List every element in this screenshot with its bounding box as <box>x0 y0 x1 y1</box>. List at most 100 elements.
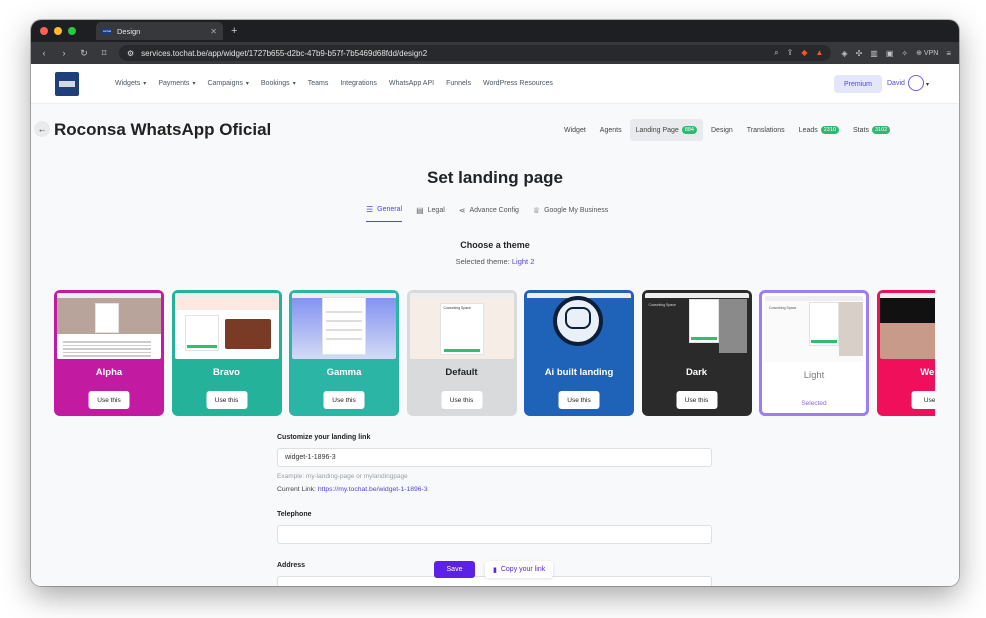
tab-translations[interactable]: Translations <box>741 119 791 141</box>
landing-link-input[interactable]: widget-1-1896-3 <box>277 448 712 467</box>
tab-design[interactable]: Design <box>705 119 739 141</box>
wallet-icon[interactable]: ▣ <box>886 49 894 58</box>
copy-link-button[interactable]: ▮ Copy your link <box>485 561 554 578</box>
tab-landing-page[interactable]: Landing Page 884 <box>629 119 703 141</box>
tab-legal[interactable]: ▤ Legal <box>416 205 445 222</box>
theme-selected-button[interactable]: Selected <box>793 394 835 412</box>
url-text[interactable]: services.tochat.be/app/widget/1727b655-d… <box>141 49 767 58</box>
clipboard-icon: ▮ <box>493 566 497 574</box>
top-navigation: Widgets ▾ Payments ▾ Campaigns ▾ Bookings ▾ Team… <box>31 64 959 104</box>
theme-card-light[interactable]: Coworking Space Light Selected <box>759 290 869 416</box>
brave-shield-icon[interactable]: ◆ <box>801 48 807 58</box>
save-button[interactable]: Save <box>434 561 475 578</box>
vpn-button[interactable]: ⊕ VPN <box>916 49 938 57</box>
nav-item-widgets[interactable]: Widgets ▾ <box>115 80 146 87</box>
theme-preview <box>174 293 279 359</box>
tochat-logo[interactable] <box>55 71 79 96</box>
app-page: Widgets ▾ Payments ▾ Campaigns ▾ Bookings ▾ Team… <box>31 64 959 586</box>
nav-item-bookings[interactable]: Bookings ▾ <box>261 80 296 87</box>
theme-preview <box>879 293 935 359</box>
tab-favicon-icon: tochat <box>102 27 112 35</box>
nav-item-teams[interactable]: Teams <box>308 80 329 87</box>
nav-item-whatsapp-api[interactable]: WhatsApp API <box>389 80 434 87</box>
brave-rewards-icon[interactable]: ▲ <box>816 48 824 58</box>
count-badge: 884 <box>681 126 697 134</box>
nav-item-payments[interactable]: Payments ▾ <box>158 80 195 87</box>
theme-card-gamma[interactable]: Gamma Use this <box>289 290 399 416</box>
selected-theme-line: Selected theme: Light 2 <box>31 257 959 266</box>
zoom-icon[interactable]: ⌕ <box>774 48 778 58</box>
use-theme-button[interactable]: Use this <box>558 391 600 409</box>
theme-card-alpha[interactable]: Alpha Use this <box>54 290 164 416</box>
close-window-button[interactable] <box>40 27 48 35</box>
share-icon[interactable]: ⇪ <box>787 48 794 58</box>
nav-item-funnels[interactable]: Funnels <box>446 80 471 87</box>
theme-name: Default <box>445 367 478 378</box>
preview-card <box>322 297 366 355</box>
back-arrow-icon[interactable]: ‹ <box>39 48 49 58</box>
tab-general[interactable]: ☰ General <box>366 205 403 222</box>
tab-advance-config[interactable]: ⋖ Advance Config <box>459 205 519 222</box>
tab-stats[interactable]: Stats 3102 <box>847 119 896 141</box>
preview-shape <box>63 348 151 350</box>
tab-label: Landing Page <box>635 126 679 134</box>
tab-label: Advance Config <box>469 206 519 214</box>
new-tab-icon[interactable]: + <box>231 25 237 37</box>
extension-icon[interactable]: ◈ <box>841 49 847 58</box>
forward-arrow-icon[interactable]: › <box>59 48 69 58</box>
use-theme-button[interactable]: Use this <box>323 391 365 409</box>
sidebar-icon[interactable]: ▥ <box>870 49 878 58</box>
address-bar[interactable]: ⚙ services.tochat.be/app/widget/1727b655… <box>119 45 832 61</box>
trophy-icon: ♕ <box>532 205 541 215</box>
theme-card-bravo[interactable]: Bravo Use this <box>171 290 282 416</box>
nav-item-wordpress-resources[interactable]: WordPress Resources <box>483 80 553 87</box>
main-menu: Widgets ▾ Payments ▾ Campaigns ▾ Bookings ▾ Team… <box>115 80 553 87</box>
section-title: Set landing page <box>426 168 564 187</box>
use-theme-button[interactable]: Use this <box>88 391 130 409</box>
chevron-down-icon[interactable]: ▾ <box>926 81 929 88</box>
theme-carousel: Alpha Use this Bravo Use this Gamma Use this C… <box>54 290 935 417</box>
tab-agents[interactable]: Agents <box>594 119 628 141</box>
theme-card-webi[interactable]: Webi Use t <box>876 290 935 416</box>
theme-card-dark[interactable]: Coworking Space Dark Use this <box>641 290 752 416</box>
use-theme-button[interactable]: Use this <box>206 391 247 409</box>
bookmark-icon[interactable]: ⌑ <box>99 48 109 59</box>
vpn-label: VPN <box>923 50 939 57</box>
preview-shape <box>326 329 362 331</box>
nav-item-campaigns[interactable]: Campaigns ▾ <box>207 80 248 87</box>
menu-icon[interactable]: ≡ <box>946 49 951 58</box>
theme-card-ai-built-landing[interactable]: Ai built landing Use this <box>524 290 634 416</box>
tab-close-icon[interactable]: ✕ <box>210 27 217 36</box>
reload-icon[interactable]: ↻ <box>79 48 89 59</box>
puzzle-icon[interactable]: ✣ <box>856 49 863 58</box>
window-controls <box>40 27 76 35</box>
user-name[interactable]: David <box>887 80 905 87</box>
user-avatar-icon[interactable] <box>908 75 924 91</box>
current-link[interactable]: https://my.tochat.be/widget-1-1896-3 <box>318 486 428 493</box>
minimize-window-button[interactable] <box>54 27 62 35</box>
preview-photo <box>839 302 863 356</box>
use-theme-button[interactable]: Use this <box>676 391 717 409</box>
theme-name: Light <box>803 370 825 381</box>
theme-card-default[interactable]: Coworking Space Default Use this <box>406 290 517 416</box>
preview-shape <box>326 338 362 340</box>
browser-tab[interactable]: tochat Design ✕ <box>96 22 223 40</box>
tab-widget[interactable]: Widget <box>558 119 592 141</box>
chevron-down-icon: ▾ <box>192 81 196 87</box>
tab-label: Legal <box>427 206 445 214</box>
landing-tabs: ☰ General ▤ Legal ⋖ Advance Config ♕ Google My … <box>366 205 608 222</box>
use-theme-button[interactable]: Use this <box>441 391 482 409</box>
preview-banner <box>174 298 279 310</box>
premium-button[interactable]: Premium <box>834 75 882 93</box>
maximize-window-button[interactable] <box>68 27 76 35</box>
use-theme-button[interactable]: Use t <box>911 391 935 409</box>
tab-leads[interactable]: Leads 2310 <box>793 119 845 141</box>
choose-theme-title: Choose a theme <box>460 240 530 250</box>
site-info-icon[interactable]: ⚙ <box>127 49 134 58</box>
leo-icon[interactable]: ✧ <box>901 49 908 58</box>
back-button[interactable]: ← <box>34 121 50 137</box>
telephone-input[interactable] <box>277 525 712 544</box>
preview-photo <box>879 323 935 359</box>
nav-item-integrations[interactable]: Integrations <box>340 80 377 87</box>
tab-google-my-business[interactable]: ♕ Google My Business <box>533 205 608 222</box>
